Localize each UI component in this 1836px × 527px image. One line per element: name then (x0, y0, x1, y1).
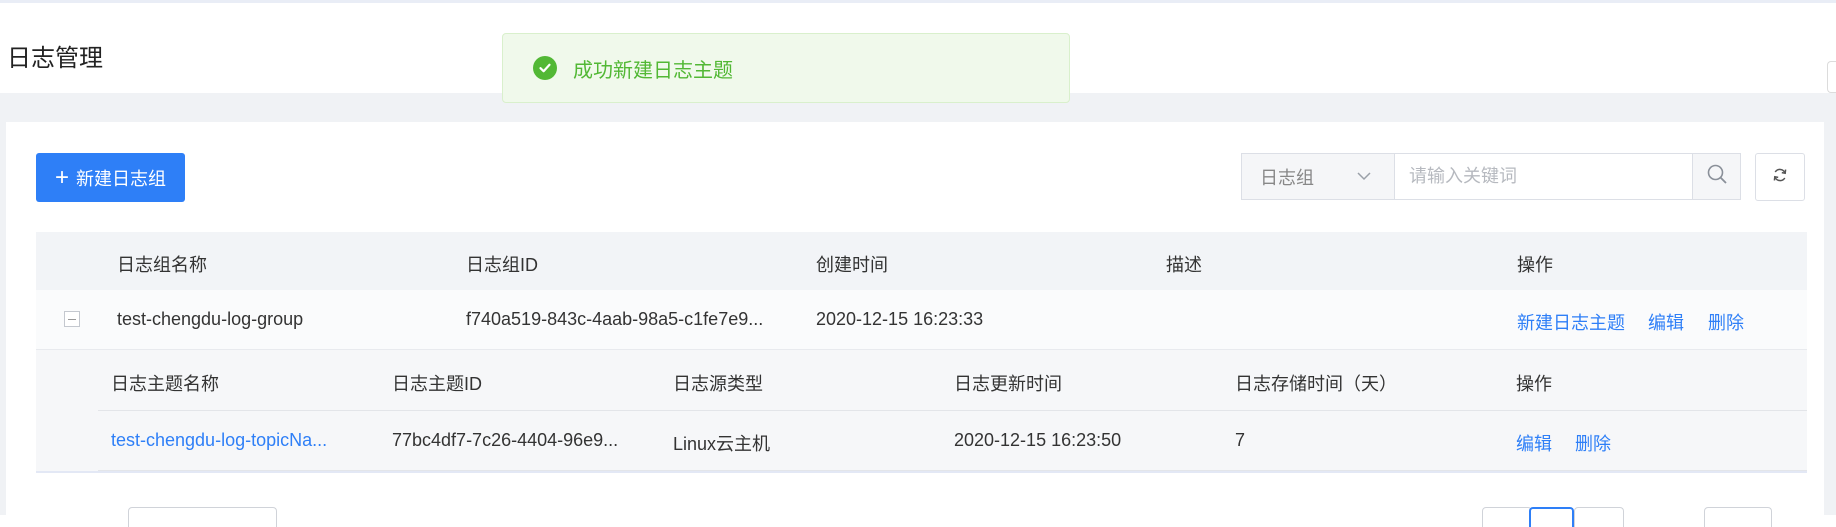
refresh-button[interactable] (1755, 153, 1805, 201)
success-toast: 成功新建日志主题 (502, 33, 1070, 103)
log-topic-id: 77bc4df7-7c26-4404-96e9... (392, 430, 619, 450)
log-topic-name-link[interactable]: test-chengdu-log-topicNa... (111, 430, 327, 451)
table-bottom-border (36, 471, 1807, 473)
content-background-right (1824, 122, 1836, 515)
new-log-group-label: 新建日志组 (76, 168, 166, 189)
search-icon (1706, 163, 1728, 190)
prev-page-button[interactable] (1482, 507, 1532, 527)
log-topic-subtable: 日志主题名称 日志主题ID 日志源类型 日志更新时间 日志存储时间（天） 操作 … (36, 350, 1807, 472)
new-log-group-button[interactable]: + 新建日志组 (36, 153, 185, 202)
edit-log-group-link[interactable]: 编辑 (1648, 309, 1684, 335)
search-scope-value: 日志组 (1260, 167, 1314, 188)
search-input[interactable] (1394, 153, 1693, 200)
column-header-topic-id: 日志主题ID (392, 374, 482, 394)
column-header-description: 描述 (1166, 255, 1202, 275)
column-header-update-time: 日志更新时间 (954, 374, 1062, 394)
chevron-down-icon (1356, 168, 1372, 189)
check-circle-icon (533, 56, 557, 80)
page-title: 日志管理 (7, 45, 103, 72)
column-header-group-name: 日志组名称 (117, 255, 207, 275)
log-group-name: test-chengdu-log-group (117, 309, 304, 329)
column-header-retention: 日志存储时间（天） (1235, 374, 1397, 394)
plus-icon: + (54, 163, 69, 191)
collapse-row-icon[interactable] (64, 311, 80, 327)
side-panel-edge (1827, 61, 1836, 93)
column-header-group-id: 日志组ID (466, 255, 538, 275)
log-topic-retention: 7 (1235, 430, 1246, 450)
current-page-button[interactable] (1529, 507, 1574, 527)
new-log-topic-link[interactable]: 新建日志主题 (1517, 309, 1625, 335)
subtable-header: 日志主题名称 日志主题ID 日志源类型 日志更新时间 日志存储时间（天） 操作 (98, 350, 1807, 411)
column-header-topic-actions: 操作 (1516, 374, 1552, 394)
delete-log-topic-link[interactable]: 删除 (1575, 430, 1611, 456)
column-header-created-time: 创建时间 (816, 255, 888, 275)
table-row: test-chengdu-log-topicNa... 77bc4df7-7c2… (98, 411, 1807, 471)
delete-log-group-link[interactable]: 删除 (1708, 309, 1744, 335)
log-topic-update-time: 2020-12-15 16:23:50 (954, 430, 1122, 450)
column-header-actions: 操作 (1517, 255, 1553, 275)
next-page-button[interactable] (1574, 507, 1624, 527)
column-header-source-type: 日志源类型 (673, 374, 763, 394)
search-button[interactable] (1692, 153, 1741, 200)
log-group-created-time: 2020-12-15 16:23:33 (816, 309, 984, 329)
page-jump-input[interactable] (1704, 507, 1772, 527)
column-header-topic-name: 日志主题名称 (111, 374, 219, 394)
table-row: test-chengdu-log-group f740a519-843c-4aa… (36, 290, 1807, 350)
toast-message: 成功新建日志主题 (573, 59, 733, 82)
content-background-left (0, 122, 6, 515)
refresh-icon (1772, 167, 1788, 188)
edit-log-topic-link[interactable]: 编辑 (1516, 430, 1552, 456)
log-topic-source-type: Linux云主机 (673, 434, 771, 454)
log-group-id: f740a519-843c-4aab-98a5-c1fe7e9... (466, 309, 764, 329)
table-header: 日志组名称 日志组ID 创建时间 描述 操作 (36, 232, 1807, 290)
page-size-select[interactable] (128, 507, 277, 527)
search-scope-select[interactable]: 日志组 (1241, 153, 1394, 200)
